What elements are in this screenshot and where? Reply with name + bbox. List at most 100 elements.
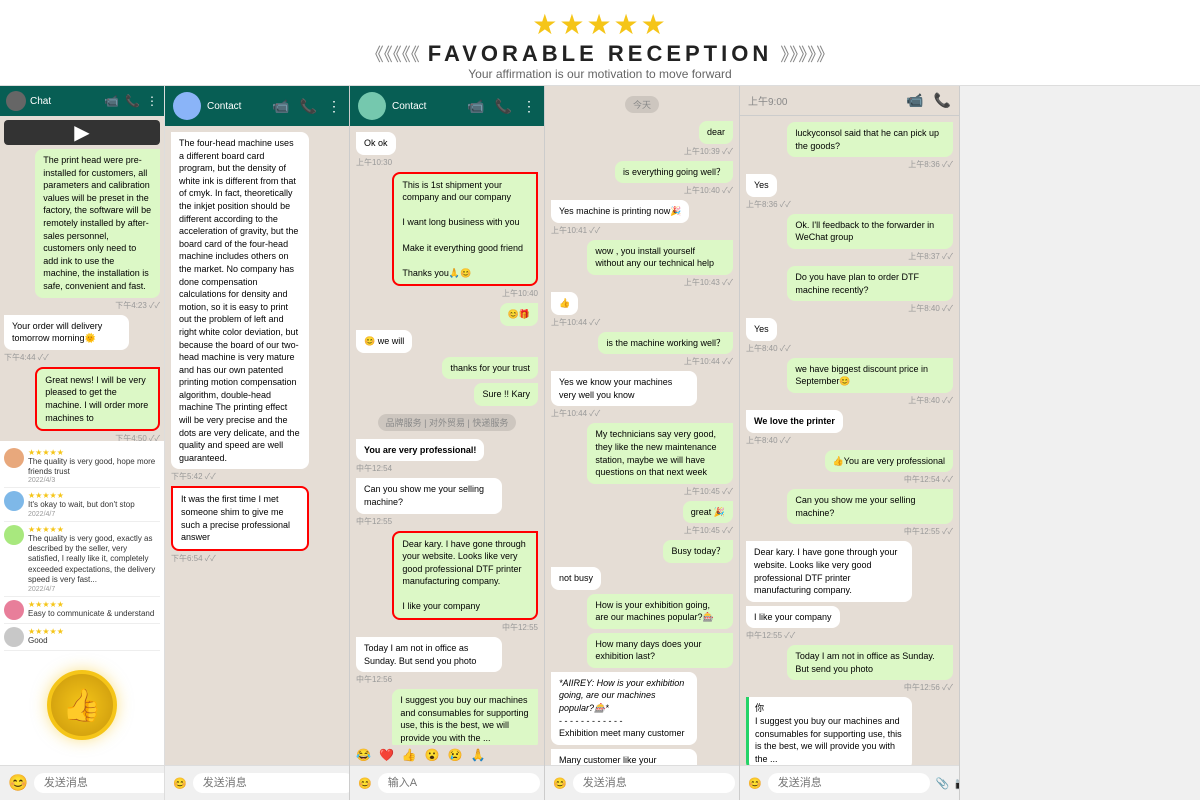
panel-2: Contact 📹 📞 ⋮ The four-head machine uses… bbox=[165, 86, 350, 800]
chat-name-1: Chat bbox=[30, 96, 51, 107]
msg-bubble: I like your company bbox=[746, 606, 840, 629]
chat-input-bar-3[interactable]: 😊 📎 📷 🎤 bbox=[350, 765, 544, 800]
msg-time: 上午8:40 ✓✓ bbox=[908, 395, 953, 406]
review-item: ★★★★★ The quality is very good, exactly … bbox=[4, 522, 160, 597]
msg-time: 下午4:50 ✓✓ bbox=[115, 433, 160, 440]
emoji-icon-2[interactable]: 😊 bbox=[173, 777, 187, 790]
review-stars: ★★★★★ bbox=[28, 491, 135, 500]
msg-bubble-highlighted: Great news! I will be very pleased to ge… bbox=[35, 367, 160, 431]
attach-icon-5[interactable]: 📎 bbox=[936, 777, 950, 790]
emoji-icon-1[interactable]: 😊 bbox=[8, 773, 28, 793]
msg-wrapper: Yes 上午8:40 ✓✓ bbox=[746, 318, 953, 354]
msg-wrapper: I suggest you buy our machines and consu… bbox=[356, 689, 538, 745]
review-date: 2022/4/7 bbox=[28, 586, 160, 593]
message-input-3[interactable] bbox=[378, 773, 540, 793]
msg-bubble: Busy today？ bbox=[663, 540, 733, 563]
emoji-option[interactable]: 😂 bbox=[356, 748, 371, 762]
chat-header-2: Contact 📹 📞 ⋮ bbox=[165, 86, 349, 126]
reviewer-avatar bbox=[4, 600, 24, 620]
header-icons-2: 📹 📞 ⋮ bbox=[272, 98, 341, 115]
msg-bubble: How many days does your exhibition last? bbox=[587, 633, 733, 668]
msg-wrapper: How many days does your exhibition last? bbox=[551, 633, 733, 668]
msg-wrapper: This is 1st shipment your company and ou… bbox=[356, 172, 538, 300]
emoji-icon-5[interactable]: 😊 bbox=[748, 777, 762, 790]
msg-time: 上午10:41 ✓✓ bbox=[551, 225, 600, 236]
msg-time: 下午6:54 ✓✓ bbox=[171, 553, 216, 564]
msg-time: 中午12:55 ✓✓ bbox=[904, 526, 953, 537]
emoji-option[interactable]: 😮 bbox=[425, 748, 440, 762]
review-content: ★★★★★ Good bbox=[28, 627, 64, 646]
chat-messages-2: The four-head machine uses a different b… bbox=[165, 126, 349, 765]
msg-bubble: we have biggest discount price in Septem… bbox=[787, 358, 953, 393]
header-icons-3: 📹 📞 ⋮ bbox=[467, 98, 536, 115]
msg-bubble: Can you show me your selling machine? bbox=[356, 478, 502, 513]
review-date: 2022/4/7 bbox=[28, 511, 135, 518]
menu-icon-3[interactable]: ⋮ bbox=[522, 98, 536, 115]
camera-icon-5[interactable]: 📷 bbox=[955, 777, 960, 790]
msg-bubble: 👍You are very professional bbox=[825, 450, 953, 473]
msg-bubble: Ok ok bbox=[356, 132, 396, 155]
msg-wrapper: is everything going well？ 上午10:40 ✓✓ bbox=[551, 161, 733, 197]
review-content: ★★★★★ It's okay to wait, but don't stop … bbox=[28, 491, 135, 517]
review-item: ★★★★★ Good bbox=[4, 624, 160, 651]
emoji-icon-4[interactable]: 😊 bbox=[553, 777, 567, 790]
chat-input-bar-1[interactable]: 😊 📎 📷 🎤 bbox=[0, 765, 164, 800]
msg-time: 中午12:54 bbox=[356, 463, 392, 474]
phone-icon-5[interactable]: 📞 bbox=[934, 92, 951, 109]
reviewer-avatar bbox=[4, 627, 24, 647]
emoji-icon-3[interactable]: 😊 bbox=[358, 777, 372, 790]
video-icon-2[interactable]: 📹 bbox=[272, 98, 289, 115]
msg-time: 上午8:40 ✓✓ bbox=[908, 303, 953, 314]
msg-wrapper: We love the printer 上午8:40 ✓✓ bbox=[746, 410, 953, 446]
msg-wrapper: 你I suggest you buy our machines and cons… bbox=[746, 697, 953, 765]
emoji-option[interactable]: ❤️ bbox=[379, 748, 394, 762]
msg-bubble: wow , you install yourself without any o… bbox=[587, 240, 733, 275]
message-input-1[interactable] bbox=[34, 773, 165, 793]
video-thumbnail: ▶ bbox=[4, 120, 160, 145]
emoji-option[interactable]: 😢 bbox=[448, 748, 463, 762]
video-icon-5[interactable]: 📹 bbox=[906, 92, 923, 109]
main-title: FAVORABLE RECEPTION bbox=[428, 41, 773, 67]
chat-input-bar-2[interactable]: 😊 📎 📷 🎤 bbox=[165, 765, 349, 800]
message-input-4[interactable] bbox=[573, 773, 735, 793]
msg-bubble: The print head were pre-installed for cu… bbox=[35, 149, 160, 298]
msg-bubble: We love the printer bbox=[746, 410, 843, 433]
emoji-option[interactable]: 🙏 bbox=[471, 748, 486, 762]
video-icon-1[interactable]: 📹 bbox=[104, 94, 119, 108]
review-text: The quality is very good, hope more frie… bbox=[28, 457, 160, 478]
menu-icon-2[interactable]: ⋮ bbox=[327, 98, 341, 115]
message-input-5[interactable] bbox=[768, 773, 930, 793]
message-input-2[interactable] bbox=[193, 773, 350, 793]
msg-time: 上午10:44 ✓✓ bbox=[684, 356, 733, 367]
chat-input-bar-4[interactable]: 😊 📎 📷 🎤 bbox=[545, 765, 739, 800]
phone-icon-1[interactable]: 📞 bbox=[125, 94, 140, 108]
video-icon-3[interactable]: 📹 bbox=[467, 98, 484, 115]
menu-icon-1[interactable]: ⋮ bbox=[146, 94, 158, 108]
phone-icon-3[interactable]: 📞 bbox=[495, 98, 512, 115]
chat-header-1: Chat 📹 📞 ⋮ bbox=[0, 86, 164, 116]
avatar-2 bbox=[173, 92, 201, 120]
msg-time: 上午10:40 ✓✓ bbox=[684, 185, 733, 196]
msg-time: 中午12:55 ✓✓ bbox=[746, 630, 795, 641]
chat-messages-4: 今天 dear 上午10:39 ✓✓ is everything going w… bbox=[545, 86, 739, 765]
star-rating: ★★★★★ bbox=[0, 8, 1200, 41]
chat-input-bar-5[interactable]: 😊 📎 📷 🎤 bbox=[740, 765, 959, 800]
msg-bubble: Sure !! Kary bbox=[474, 383, 538, 406]
emoji-option[interactable]: 👍 bbox=[402, 748, 417, 762]
panel-1: Chat 📹 📞 ⋮ ▶ The print head were pre-ins… bbox=[0, 86, 165, 800]
msg-bubble: is everything going well？ bbox=[615, 161, 733, 184]
msg-bubble: Today I am not in office as Sunday. But … bbox=[356, 637, 502, 672]
msg-time: 上午10:45 ✓✓ bbox=[684, 486, 733, 497]
phone-icon-2[interactable]: 📞 bbox=[300, 98, 317, 115]
msg-time: 上午10:40 bbox=[502, 288, 538, 299]
msg-wrapper: we have biggest discount price in Septem… bbox=[746, 358, 953, 406]
msg-wrapper: Yes machine is printing now🎉 上午10:41 ✓✓ bbox=[551, 200, 733, 236]
chat-header-3: Contact 📹 📞 ⋮ bbox=[350, 86, 544, 126]
msg-wrapper: Your order will delivery tomorrow mornin… bbox=[4, 315, 160, 363]
chat-name-2: Contact bbox=[207, 101, 241, 112]
msg-bubble: Yes bbox=[746, 318, 777, 341]
header: ★★★★★ 《《《《《 FAVORABLE RECEPTION 》》》》》 Yo… bbox=[0, 0, 1200, 86]
review-text: It's okay to wait, but don't stop bbox=[28, 500, 135, 510]
msg-time: 上午10:44 ✓✓ bbox=[551, 317, 600, 328]
reviewer-avatar bbox=[4, 448, 24, 468]
